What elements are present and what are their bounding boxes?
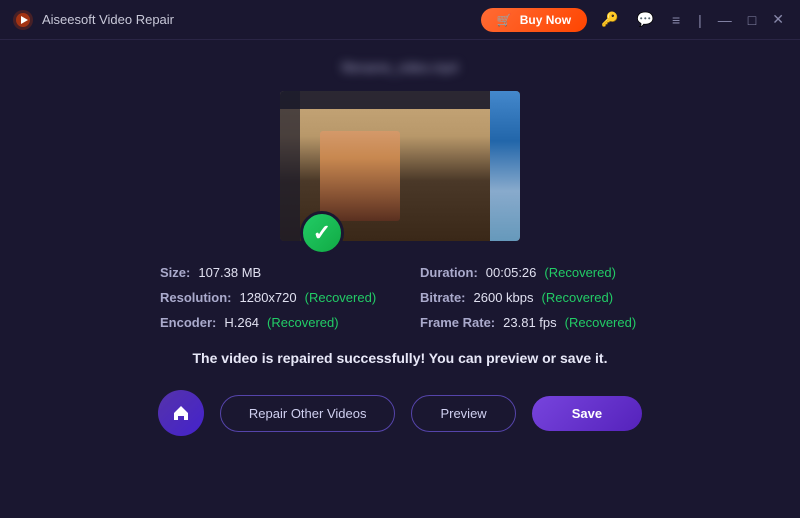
encoder-status: (Recovered) (267, 315, 339, 330)
size-value: 107.38 MB (198, 265, 261, 280)
resolution-status: (Recovered) (305, 290, 377, 305)
title-bar: Aiseesoft Video Repair 🛒 Buy Now 🔑 💬 ≡ |… (0, 0, 800, 40)
minimize-button[interactable]: — (714, 10, 736, 30)
framerate-label: Frame Rate: (420, 315, 495, 330)
success-message: The video is repaired successfully! You … (193, 350, 608, 366)
separator: | (694, 10, 706, 30)
repair-other-button[interactable]: Repair Other Videos (220, 395, 396, 432)
video-top-bar (280, 91, 520, 109)
menu-icon[interactable]: ≡ (668, 10, 684, 30)
title-right: 🛒 Buy Now 🔑 💬 ≡ | — □ ✕ (481, 8, 788, 32)
chat-icon[interactable]: 💬 (633, 9, 658, 30)
bitrate-value: 2600 kbps (474, 290, 534, 305)
duration-value: 00:05:26 (486, 265, 537, 280)
success-badge: ✓ (300, 211, 344, 255)
encoder-label: Encoder: (160, 315, 216, 330)
framerate-status: (Recovered) (565, 315, 637, 330)
preview-button[interactable]: Preview (411, 395, 515, 432)
bitrate-row: Bitrate: 2600 kbps (Recovered) (420, 290, 640, 305)
app-logo-icon (12, 9, 34, 31)
bitrate-label: Bitrate: (420, 290, 466, 305)
action-buttons: Repair Other Videos Preview Save (158, 390, 642, 436)
key-icon[interactable]: 🔑 (597, 9, 622, 30)
video-overlay-left (280, 91, 300, 241)
video-preview-wrapper: ✓ (280, 91, 520, 241)
resolution-label: Resolution: (160, 290, 232, 305)
framerate-row: Frame Rate: 23.81 fps (Recovered) (420, 315, 640, 330)
maximize-button[interactable]: □ (744, 10, 760, 30)
framerate-value: 23.81 fps (503, 315, 557, 330)
video-figure (320, 131, 400, 221)
encoder-value: H.264 (224, 315, 259, 330)
title-left: Aiseesoft Video Repair (12, 9, 174, 31)
cart-icon: 🛒 (497, 13, 512, 27)
buy-label: Buy Now (520, 13, 571, 27)
bitrate-status: (Recovered) (542, 290, 614, 305)
close-button[interactable]: ✕ (768, 9, 788, 30)
duration-row: Duration: 00:05:26 (Recovered) (420, 265, 640, 280)
home-icon (171, 403, 191, 423)
duration-label: Duration: (420, 265, 478, 280)
size-label: Size: (160, 265, 190, 280)
window-controls: | — □ ✕ (694, 9, 788, 30)
video-overlay-strip (490, 91, 520, 241)
info-grid: Size: 107.38 MB Duration: 00:05:26 (Reco… (160, 265, 640, 330)
buy-now-button[interactable]: 🛒 Buy Now (481, 8, 587, 32)
main-content: filename_video.mp4 ✓ Size: 107.38 MB Dur… (0, 40, 800, 518)
home-button[interactable] (158, 390, 204, 436)
checkmark-icon: ✓ (313, 222, 331, 244)
resolution-value: 1280x720 (240, 290, 297, 305)
duration-status: (Recovered) (544, 265, 616, 280)
resolution-row: Resolution: 1280x720 (Recovered) (160, 290, 380, 305)
encoder-row: Encoder: H.264 (Recovered) (160, 315, 380, 330)
save-button[interactable]: Save (532, 396, 642, 431)
filename-display: filename_video.mp4 (342, 60, 458, 75)
size-row: Size: 107.38 MB (160, 265, 380, 280)
app-title: Aiseesoft Video Repair (42, 12, 174, 27)
